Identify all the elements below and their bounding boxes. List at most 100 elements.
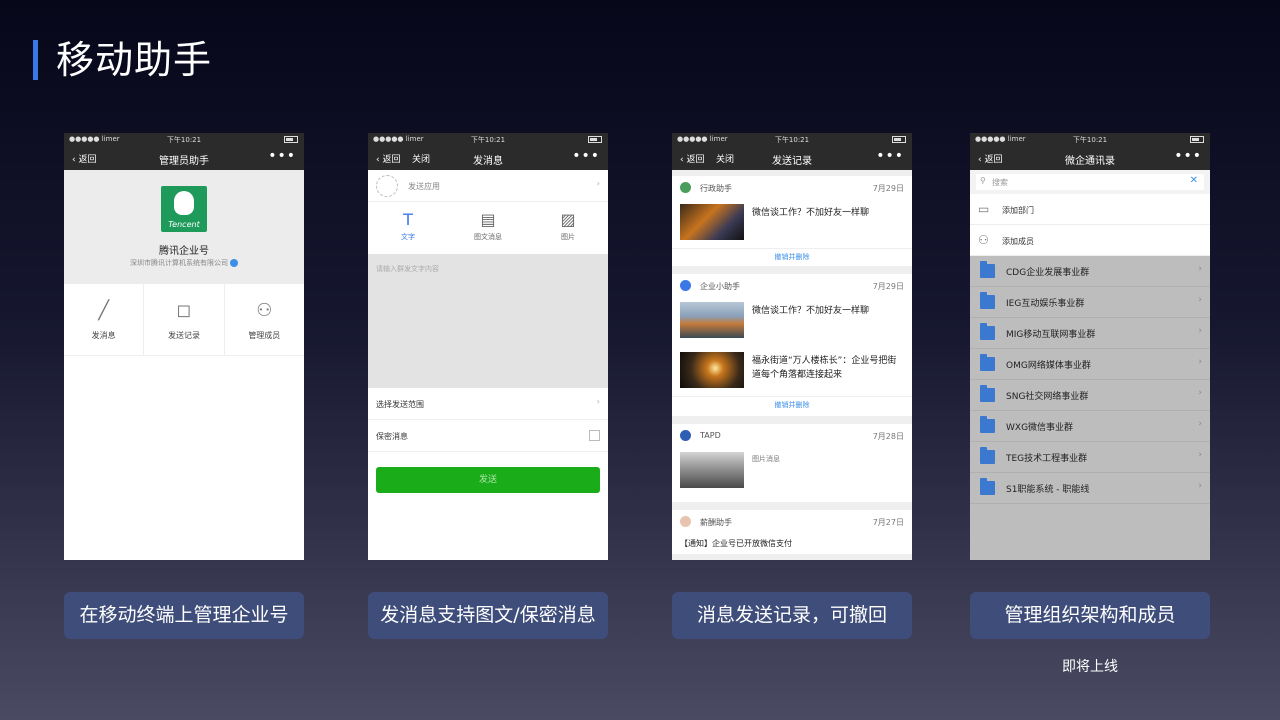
department-row[interactable]: CDG企业发展事业群 › bbox=[970, 256, 1210, 287]
app-placeholder-icon bbox=[376, 175, 398, 197]
department-row[interactable]: MIG移动互联网事业群 › bbox=[970, 318, 1210, 349]
message-thumbnail bbox=[680, 302, 744, 338]
send-scope-row[interactable]: 选择发送范围 › bbox=[368, 388, 608, 420]
add-department-row[interactable]: ▭ 添加部门 bbox=[970, 194, 1210, 225]
company-header: Tencent 腾讯企业号 深圳市腾讯计算机系统有限公司 bbox=[64, 170, 304, 284]
company-name: 腾讯企业号 bbox=[159, 246, 209, 257]
card-header: 行政助手 7月29日 bbox=[672, 176, 912, 198]
folder-icon bbox=[980, 323, 995, 340]
card-header: TAPD 7月28日 bbox=[672, 424, 912, 446]
revoke-button[interactable]: 撤销并删除 bbox=[672, 248, 912, 264]
close-icon[interactable]: ✕ bbox=[1190, 175, 1198, 186]
department-list: CDG企业发展事业群 › IEG互动娱乐事业群 › MIG移动互联网事业群 › OMG… bbox=[970, 256, 1210, 560]
phone-admin-helper: ●●●●● limer 下午10:21 ‹ 返回 管理员助手 ••• Tence… bbox=[64, 133, 304, 560]
more-icon[interactable]: ••• bbox=[876, 148, 904, 164]
more-icon[interactable]: ••• bbox=[268, 148, 296, 164]
add-department-label: 添加部门 bbox=[1002, 206, 1034, 215]
secret-checkbox[interactable] bbox=[589, 430, 600, 441]
card-date: 7月29日 bbox=[872, 184, 904, 193]
nav-bar: ‹ 返回 关闭 发送记录 ••• bbox=[672, 146, 912, 170]
message-textarea[interactable]: 请输入群发文字内容 bbox=[368, 254, 608, 388]
message-title: 微信谈工作？不加好友一样聊 bbox=[752, 306, 870, 316]
tab-text[interactable]: T 文字 bbox=[368, 202, 448, 254]
message-thumbnail bbox=[680, 452, 744, 488]
record-message[interactable]: 微信谈工作？不加好友一样聊 bbox=[672, 296, 912, 346]
department-row[interactable]: IEG互动娱乐事业群 › bbox=[970, 287, 1210, 318]
department-row[interactable]: TEG技术工程事业群 › bbox=[970, 442, 1210, 473]
more-icon[interactable]: ••• bbox=[572, 148, 600, 164]
action-label: 管理成员 bbox=[248, 331, 281, 340]
revoke-button[interactable]: 撤销并删除 bbox=[672, 396, 912, 412]
verified-icon bbox=[230, 259, 238, 267]
card-date: 7月28日 bbox=[872, 432, 904, 441]
action-label: 发送记录 bbox=[167, 331, 200, 340]
add-member-row[interactable]: ⚇ 添加成员 bbox=[970, 225, 1210, 256]
search-input[interactable]: ⚲ 搜索 ✕ bbox=[976, 174, 1204, 190]
status-bar: ●●●●● limer 下午10:21 bbox=[672, 133, 912, 146]
tab-article[interactable]: ▤ 图文消息 bbox=[448, 202, 528, 254]
card-source: 行政助手 bbox=[700, 184, 732, 193]
send-app-row[interactable]: 发送应用 › bbox=[368, 170, 608, 202]
search-icon: ⚲ bbox=[980, 176, 986, 185]
tab-label: 图片 bbox=[561, 233, 575, 241]
nav-bar: ‹ 返回 关闭 发消息 ••• bbox=[368, 146, 608, 170]
message-title[interactable]: 【通知】企业号已开放微信支付 bbox=[680, 538, 792, 549]
logo-text: Tencent bbox=[168, 220, 200, 229]
textarea-placeholder: 请输入群发文字内容 bbox=[376, 265, 439, 273]
folder-icon: ▭ bbox=[978, 202, 990, 216]
records-list: 行政助手 7月29日 微信谈工作？不加好友一样聊 撤销并删除 企业小助手 7月2… bbox=[672, 170, 912, 560]
battery-icon bbox=[588, 136, 602, 143]
card-header: 薪酬助手 7月27日 bbox=[672, 510, 912, 532]
more-icon[interactable]: ••• bbox=[1174, 148, 1202, 164]
clock: 下午10:21 bbox=[166, 136, 202, 144]
message-title: 微信谈工作？不加好友一样聊 bbox=[752, 208, 870, 218]
chevron-right-icon: › bbox=[1198, 481, 1202, 491]
send-app-label: 发送应用 bbox=[408, 182, 440, 191]
send-message-action[interactable]: ╱ 发消息 bbox=[64, 284, 143, 355]
department-name: IEG互动娱乐事业群 bbox=[1006, 299, 1085, 309]
department-row[interactable]: OMG网络媒体事业群 › bbox=[970, 349, 1210, 380]
chevron-right-icon: › bbox=[596, 179, 600, 188]
card-date: 7月29日 bbox=[872, 282, 904, 291]
add-member-label: 添加成员 bbox=[1002, 237, 1034, 246]
department-row[interactable]: S1职能系统 - 职能线 › bbox=[970, 473, 1210, 504]
company-subtitle: 深圳市腾讯计算机系统有限公司 bbox=[64, 258, 304, 268]
text-icon: T bbox=[403, 210, 413, 229]
chevron-right-icon: › bbox=[596, 397, 600, 406]
phone-send-message: ●●●●● limer 下午10:21 ‹ 返回 关闭 发消息 ••• 发送应用… bbox=[368, 133, 608, 560]
app-icon bbox=[680, 430, 691, 441]
department-row[interactable]: SNG社交网络事业群 › bbox=[970, 380, 1210, 411]
message-title: 图片消息 bbox=[752, 455, 780, 463]
folder-icon bbox=[980, 385, 995, 402]
battery-icon bbox=[284, 136, 298, 143]
add-user-icon: ⚇ bbox=[978, 233, 989, 247]
message-thumbnail bbox=[680, 204, 744, 240]
record-message[interactable]: 福永街道“万人楼栋长”：企业号把街道每个角落都连接起来 bbox=[672, 346, 912, 396]
record-card: TAPD 7月28日 图片消息 bbox=[672, 424, 912, 502]
scope-label: 选择发送范围 bbox=[376, 400, 424, 409]
record-message[interactable]: 图片消息 bbox=[672, 446, 912, 496]
folder-icon bbox=[980, 478, 995, 495]
folder-icon bbox=[980, 261, 995, 278]
secret-label: 保密消息 bbox=[376, 432, 408, 441]
record-message[interactable]: 微信谈工作？不加好友一样聊 bbox=[672, 198, 912, 248]
send-button[interactable]: 发送 bbox=[376, 467, 600, 493]
title-accent-bar bbox=[33, 40, 38, 80]
department-name: S1职能系统 - 职能线 bbox=[1006, 485, 1090, 495]
folder-icon bbox=[980, 416, 995, 433]
search-placeholder: 搜索 bbox=[992, 178, 1008, 187]
manage-members-action[interactable]: ⚇ 管理成员 bbox=[223, 284, 304, 355]
send-records-action[interactable]: ◻ 发送记录 bbox=[143, 284, 223, 355]
department-row[interactable]: WXG微信事业群 › bbox=[970, 411, 1210, 442]
search-bar: ⚲ 搜索 ✕ bbox=[970, 170, 1210, 194]
secret-message-row[interactable]: 保密消息 bbox=[368, 420, 608, 452]
tab-image[interactable]: ▨ 图片 bbox=[528, 202, 608, 254]
company-fullname: 深圳市腾讯计算机系统有限公司 bbox=[130, 259, 228, 267]
chevron-right-icon: › bbox=[1198, 295, 1202, 305]
nav-bar: ‹ 返回 管理员助手 ••• bbox=[64, 146, 304, 170]
department-name: WXG微信事业群 bbox=[1006, 423, 1074, 433]
nav-bar: ‹ 返回 微企通讯录 ••• bbox=[970, 146, 1210, 170]
message-type-tabs: T 文字 ▤ 图文消息 ▨ 图片 bbox=[368, 202, 608, 254]
coming-soon-label: 即将上线 bbox=[1062, 659, 1118, 675]
tab-label: 图文消息 bbox=[474, 233, 502, 241]
